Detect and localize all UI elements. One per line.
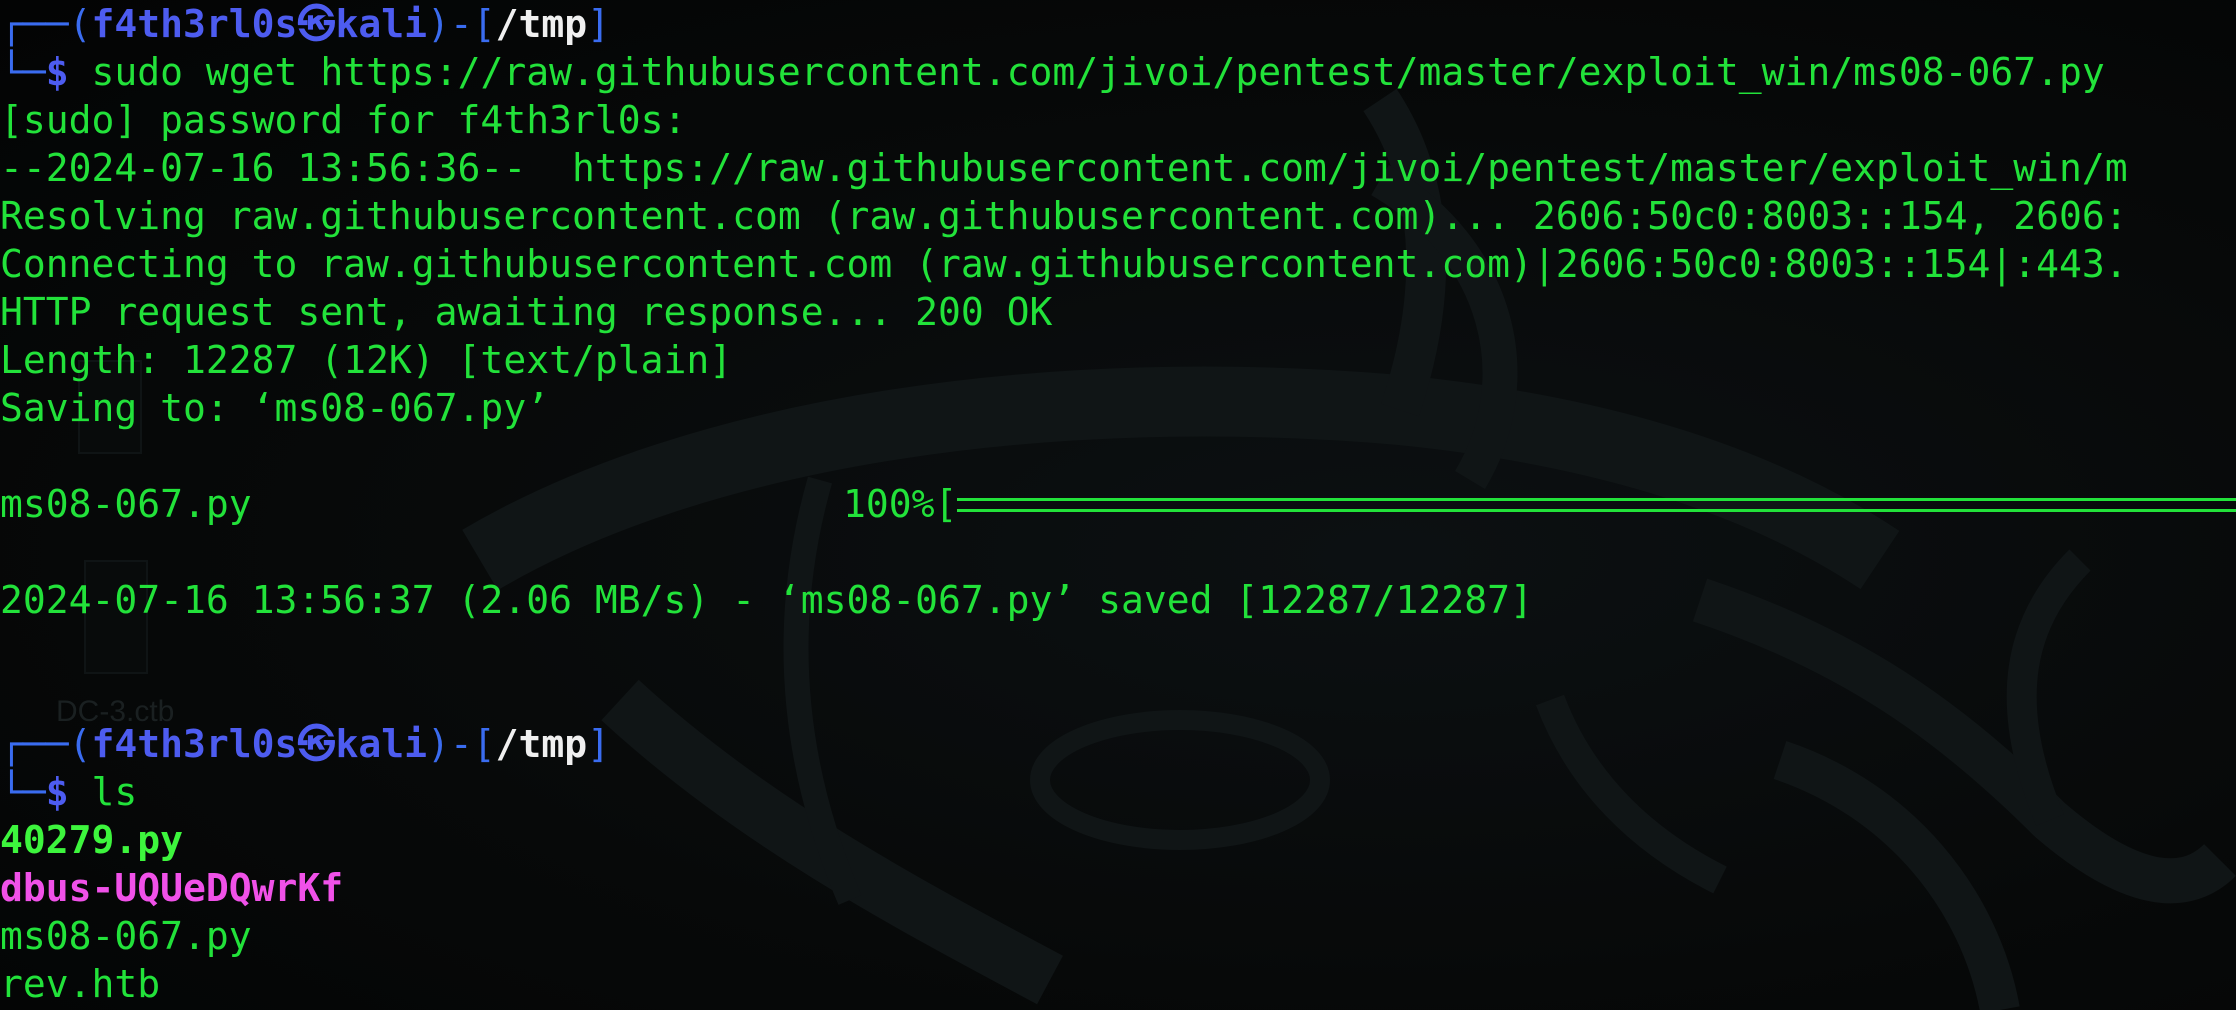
kali-skull-icon: ㉿ [297, 2, 336, 46]
progress-percent: 100%[ [843, 482, 958, 526]
saved-line: 2024-07-16 13:56:37 (2.06 MB/s) - ‘ms08-… [0, 578, 1533, 622]
prompt-host: kali [335, 722, 427, 766]
prompt-host: kali [335, 2, 427, 46]
prompt-user: f4th3rl0s [91, 722, 298, 766]
prompt-box-open: ┌──( [0, 722, 92, 766]
prompt-dollar: $ [45, 770, 69, 814]
prompt-line: ┌──(f4th3rl0s㉿kali)-[/tmp] [0, 0, 2236, 48]
ls-entry-executable: 40279.py [0, 818, 184, 862]
prompt-path: /tmp [495, 2, 588, 46]
prompt-box-corner: └─ [0, 770, 46, 814]
prompt-path: /tmp [495, 722, 588, 766]
ls-entry-directory: dbus-UQUeDQwrKf [0, 866, 344, 910]
output-line: [sudo] password for f4th3rl0s: [0, 98, 687, 142]
prompt-box-close: ] [587, 722, 610, 766]
command-line: └─$ ls [0, 768, 2236, 816]
output-line: Connecting to raw.githubusercontent.com … [0, 242, 2128, 286]
command-text: ls [68, 770, 138, 814]
prompt-user: f4th3rl0s [91, 2, 298, 46]
command-line: └─$ sudo wget https://raw.githubusercont… [0, 48, 2236, 96]
progress-filename: ms08-067.py [0, 482, 252, 526]
prompt-box-corner: └─ [0, 50, 46, 94]
output-line: Resolving raw.githubusercontent.com (raw… [0, 194, 2128, 238]
prompt-line: ┌──(f4th3rl0s㉿kali)-[/tmp] [0, 720, 2236, 768]
output-line: Saving to: ‘ms08-067.py’ [0, 386, 550, 430]
command-text: sudo wget https://raw.githubusercontent.… [68, 50, 2105, 94]
ls-entry-file: ms08-067.py [0, 914, 252, 958]
terminal-output: ┌──(f4th3rl0s㉿kali)-[/tmp] └─$ sudo wget… [0, 0, 2236, 1008]
kali-skull-icon: ㉿ [297, 722, 336, 766]
output-line: --2024-07-16 13:56:36-- https://raw.gith… [0, 146, 2128, 190]
output-line: HTTP request sent, awaiting response... … [0, 290, 1053, 334]
progress-bar [957, 497, 2236, 512]
output-line: Length: 12287 (12K) [text/plain] [0, 338, 733, 382]
prompt-box-mid: )-[ [426, 722, 496, 766]
prompt-box-mid: )-[ [426, 2, 496, 46]
prompt-box-close: ] [587, 2, 610, 46]
progress-line: ms08-067.py 100%[ [0, 480, 2236, 528]
prompt-box-open: ┌──( [0, 2, 92, 46]
ls-entry-file: rev.htb [0, 962, 161, 1006]
prompt-dollar: $ [45, 50, 69, 94]
terminal-window[interactable]: DC-3.ctb ┌──(f4th3rl0s㉿kali)-[/tmp] └─$ … [0, 0, 2236, 1010]
